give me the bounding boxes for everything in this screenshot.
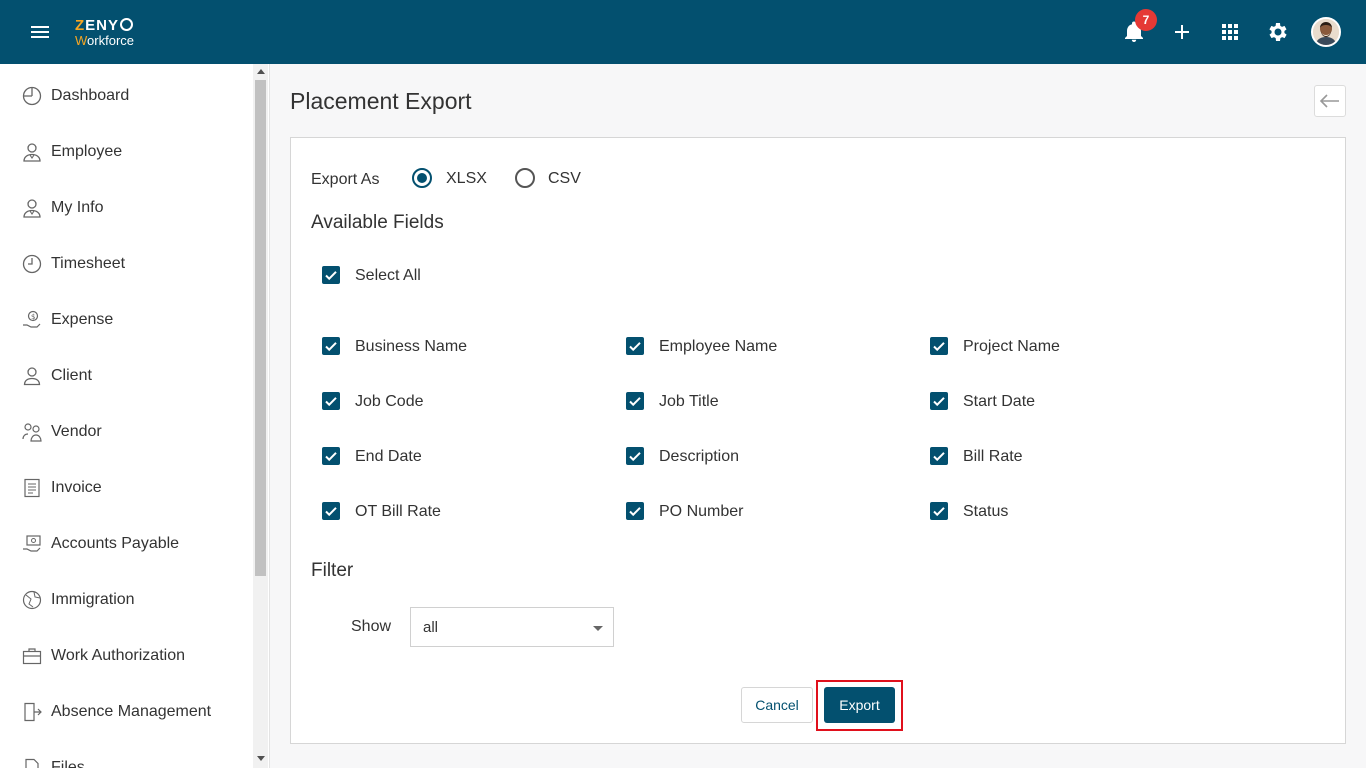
sidebar-item-work-authorization[interactable]: Work Authorization [0, 628, 252, 684]
field-label[interactable]: Job Code [355, 393, 424, 411]
plus-icon[interactable] [1170, 20, 1194, 44]
menu-icon[interactable] [28, 22, 52, 42]
door-exit-icon [24, 702, 42, 722]
field-label[interactable]: Bill Rate [963, 448, 1023, 466]
sidebar-item-vendor[interactable]: Vendor [0, 404, 252, 460]
my-info-icon [23, 199, 41, 218]
svg-text:$: $ [31, 313, 35, 321]
scrollbar-thumb[interactable] [255, 80, 266, 576]
notification-badge: 7 [1135, 9, 1157, 31]
radio-csv-label[interactable]: CSV [548, 170, 581, 188]
sidebar-scrollbar[interactable] [253, 64, 268, 768]
sidebar-item-client[interactable]: Client [0, 348, 252, 404]
dashboard-icon [22, 86, 42, 106]
field-checkbox[interactable] [626, 447, 644, 465]
field-label[interactable]: Employee Name [659, 338, 777, 356]
page-title: Placement Export [290, 88, 472, 114]
gear-icon[interactable] [1266, 20, 1290, 44]
available-fields-heading: Available Fields [311, 212, 444, 233]
arrow-left-icon [1319, 94, 1339, 108]
field-checkbox[interactable] [930, 447, 948, 465]
invoice-icon [24, 478, 40, 498]
sidebar-item-timesheet[interactable]: Timesheet [0, 236, 252, 292]
field-checkbox[interactable] [930, 502, 948, 520]
select-all-label[interactable]: Select All [355, 267, 421, 285]
cancel-button[interactable]: Cancel [741, 687, 813, 723]
avatar[interactable] [1311, 17, 1341, 47]
field-checkbox[interactable] [322, 447, 340, 465]
field-checkbox[interactable] [322, 337, 340, 355]
sidebar-item-my-info[interactable]: My Info [0, 180, 252, 236]
app-logo[interactable]: ZENY Workforce [75, 18, 134, 47]
field-label[interactable]: Business Name [355, 338, 467, 356]
vendor-icon [22, 423, 42, 442]
chevron-down-icon [593, 626, 603, 631]
sidebar-item-absence-management[interactable]: Absence Management [0, 684, 252, 740]
sidebar: Dashboard Employee My Info Timesheet $ E… [0, 64, 270, 768]
field-label[interactable]: Status [963, 503, 1008, 521]
sidebar-item-accounts-payable[interactable]: Accounts Payable [0, 516, 252, 572]
apps-grid-icon[interactable] [1218, 20, 1242, 44]
radio-xlsx[interactable] [412, 168, 432, 188]
field-checkbox[interactable] [626, 392, 644, 410]
briefcase-icon [22, 648, 42, 665]
field-checkbox[interactable] [930, 392, 948, 410]
export-as-label: Export As [311, 171, 380, 188]
sidebar-item-dashboard[interactable]: Dashboard [0, 68, 252, 124]
employee-icon [23, 143, 41, 162]
select-all-checkbox[interactable] [322, 266, 340, 284]
field-checkbox[interactable] [322, 392, 340, 410]
field-checkbox[interactable] [626, 337, 644, 355]
globe-icon [22, 590, 42, 610]
radio-xlsx-label[interactable]: XLSX [446, 170, 487, 188]
back-button[interactable] [1314, 85, 1346, 117]
field-label[interactable]: PO Number [659, 503, 743, 521]
field-label[interactable]: OT Bill Rate [355, 503, 441, 521]
user-icon [23, 367, 41, 386]
sidebar-item-expense[interactable]: $ Expense [0, 292, 252, 348]
sidebar-item-immigration[interactable]: Immigration [0, 572, 252, 628]
scroll-down-arrow-icon[interactable] [257, 756, 265, 761]
show-select[interactable]: all [410, 607, 614, 647]
field-label[interactable]: Description [659, 448, 739, 466]
field-checkbox[interactable] [626, 502, 644, 520]
top-bar: ZENY Workforce 7 [0, 0, 1366, 64]
show-select-value: all [423, 619, 439, 636]
scroll-up-arrow-icon[interactable] [257, 69, 265, 74]
field-label[interactable]: Project Name [963, 338, 1060, 356]
sidebar-item-files[interactable]: Files [0, 740, 252, 768]
export-button[interactable]: Export [824, 687, 895, 723]
sidebar-item-invoice[interactable]: Invoice [0, 460, 252, 516]
sidebar-item-employee[interactable]: Employee [0, 124, 252, 180]
filter-heading: Filter [311, 560, 354, 581]
logo-line2: Workforce [75, 33, 135, 48]
logo-line1: ZENY [75, 18, 134, 33]
field-label[interactable]: Job Title [659, 393, 719, 411]
field-label[interactable]: End Date [355, 448, 422, 466]
file-icon [25, 758, 39, 768]
field-label[interactable]: Start Date [963, 393, 1035, 411]
clock-icon [22, 254, 42, 274]
show-label: Show [351, 618, 392, 635]
export-form-card [290, 137, 1346, 744]
field-checkbox[interactable] [930, 337, 948, 355]
payable-icon [23, 535, 41, 552]
radio-csv[interactable] [515, 168, 535, 188]
money-hand-icon: $ [23, 310, 41, 328]
field-checkbox[interactable] [322, 502, 340, 520]
